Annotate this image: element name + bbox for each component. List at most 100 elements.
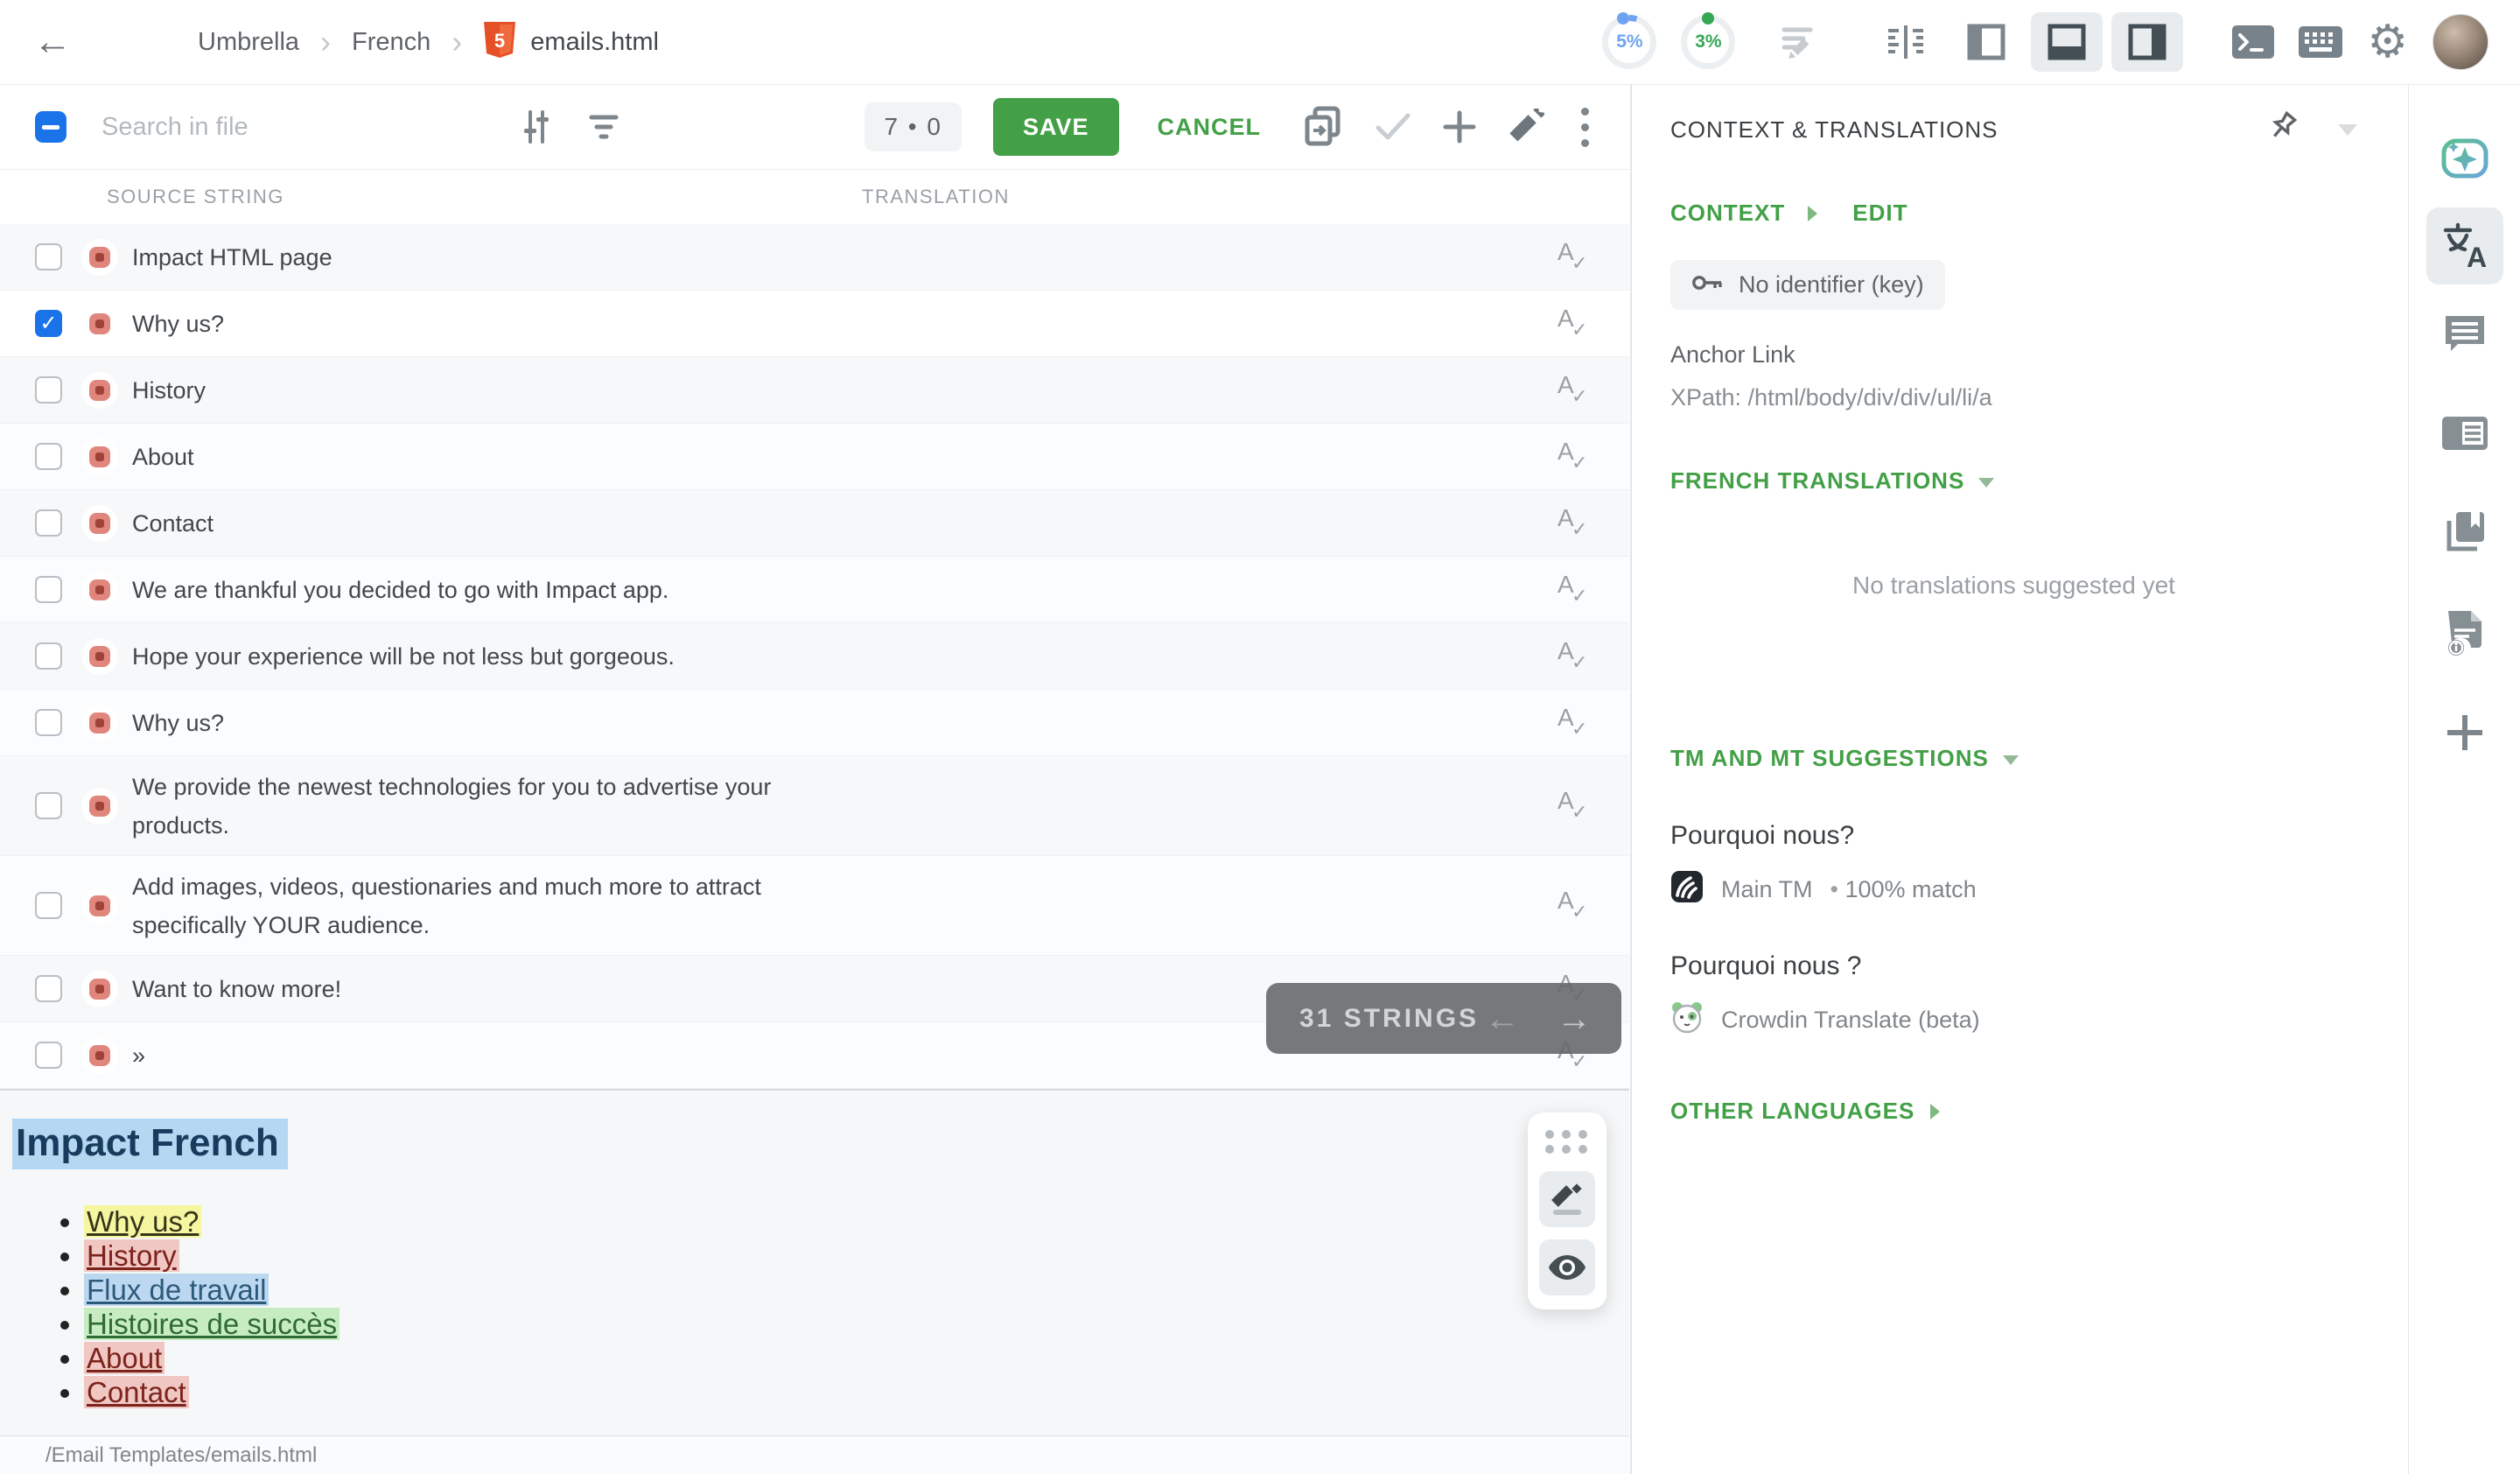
tm-suggestion[interactable]: Pourquoi nous? Main TM 100% match (1670, 821, 2357, 909)
chevron-down-icon[interactable] (2338, 124, 2357, 136)
row-checkbox[interactable] (35, 443, 62, 470)
quick-translate-icon[interactable] (1556, 371, 1591, 410)
view-mode-switcher (1870, 12, 2183, 72)
context-section-label[interactable]: CONTEXT (1670, 200, 1785, 227)
list-item: Histoires de succès (84, 1307, 1629, 1341)
quick-translate-icon[interactable] (1556, 571, 1591, 609)
arrow-right-icon (1930, 1104, 1940, 1120)
bottom-panel-view-icon[interactable] (2031, 12, 2103, 72)
string-row[interactable]: History (0, 357, 1629, 424)
crowdin-translate-icon (1670, 1000, 1704, 1040)
edit-context-button[interactable]: EDIT (1852, 200, 1908, 227)
breadcrumb-file[interactable]: 5 emails.html (483, 22, 659, 63)
kebab-menu-icon[interactable] (1581, 108, 1589, 147)
string-row-selected[interactable]: Why us? (0, 291, 1629, 357)
preview-link[interactable]: History (84, 1239, 179, 1272)
source-string-text: Why us? (132, 704, 224, 742)
row-checkbox[interactable] (35, 792, 62, 819)
side-by-side-view-icon[interactable] (1870, 12, 1942, 72)
tune-filter-icon[interactable] (518, 109, 555, 145)
console-icon[interactable] (2232, 25, 2274, 59)
row-checkbox[interactable] (35, 243, 62, 270)
row-checkbox[interactable] (35, 642, 62, 670)
suggestions-section-header[interactable]: TM AND MT SUGGESTIONS (1670, 745, 2357, 772)
row-checkbox[interactable] (35, 709, 62, 736)
edit-preview-button[interactable] (1539, 1171, 1595, 1227)
glossary-icon[interactable] (2426, 495, 2503, 572)
caret-down-icon (2003, 755, 2019, 765)
translations-section-header[interactable]: FRENCH TRANSLATIONS (1670, 467, 2357, 495)
preview-link[interactable]: Contact (84, 1376, 189, 1408)
string-row[interactable]: Hope your experience will be not less bu… (0, 623, 1629, 690)
next-page-icon[interactable] (1557, 1001, 1592, 1036)
gear-icon[interactable] (2367, 19, 2408, 65)
quick-translate-icon[interactable] (1556, 238, 1591, 277)
arrow-right-icon (1808, 206, 1817, 221)
search-input[interactable] (102, 113, 486, 142)
row-checkbox[interactable] (35, 376, 62, 404)
context-card-icon[interactable] (2426, 395, 2503, 472)
drag-handle-icon[interactable] (1545, 1125, 1589, 1159)
translate-icon[interactable]: A (2426, 207, 2503, 284)
left-panel-view-icon[interactable] (1950, 12, 2022, 72)
suggestion-text: Pourquoi nous? (1670, 821, 2357, 851)
filter-icon[interactable] (586, 109, 621, 144)
row-checkbox[interactable] (35, 509, 62, 537)
menu-icon[interactable] (107, 27, 145, 57)
save-button[interactable]: SAVE (993, 98, 1119, 156)
quick-translate-icon[interactable] (1556, 305, 1591, 343)
file-info-icon[interactable] (2426, 594, 2503, 671)
ai-assistant-icon[interactable] (2426, 120, 2503, 197)
row-checkbox[interactable] (35, 310, 62, 337)
user-avatar[interactable] (2432, 14, 2488, 70)
approval-progress-ring[interactable]: 3% (1681, 15, 1735, 69)
string-row[interactable]: About (0, 424, 1629, 490)
string-row[interactable]: Add images, videos, questionaries and mu… (0, 856, 1629, 956)
untranslated-status-icon (81, 638, 118, 675)
quick-translate-icon[interactable] (1556, 438, 1591, 476)
preview-link[interactable]: About (84, 1342, 164, 1374)
untranslated-status-icon (81, 239, 118, 276)
cancel-button[interactable]: CANCEL (1158, 114, 1262, 141)
duplicate-icon[interactable] (1303, 106, 1343, 148)
quick-translate-icon[interactable] (1556, 704, 1591, 742)
row-checkbox[interactable] (35, 576, 62, 603)
row-checkbox[interactable] (35, 892, 62, 919)
suggestion-match: 100% match (1830, 876, 1977, 903)
approve-check-icon[interactable] (1375, 111, 1411, 143)
string-row[interactable]: We provide the newest technologies for y… (0, 756, 1629, 856)
preview-link[interactable]: Why us? (84, 1205, 201, 1238)
breadcrumb-project[interactable]: Umbrella (198, 28, 299, 57)
preview-link[interactable]: Flux de travail (84, 1274, 269, 1306)
select-all-checkbox[interactable] (35, 111, 66, 143)
back-icon[interactable] (33, 20, 72, 64)
string-row[interactable]: Why us? (0, 690, 1629, 756)
breadcrumb-language[interactable]: French (352, 28, 430, 57)
string-row[interactable]: Contact (0, 490, 1629, 557)
pin-icon[interactable] (2268, 111, 2298, 149)
row-checkbox[interactable] (35, 975, 62, 1002)
translation-progress-ring[interactable]: 5% (1602, 15, 1656, 69)
context-xpath: XPath: /html/body/div/div/ul/li/a (1670, 384, 2357, 411)
quick-translate-icon[interactable] (1556, 887, 1591, 925)
quick-translate-icon[interactable] (1556, 637, 1591, 676)
previous-page-icon[interactable] (1485, 1001, 1520, 1036)
string-row[interactable]: We are thankful you decided to go with I… (0, 557, 1629, 623)
comments-icon[interactable] (2426, 295, 2503, 372)
plus-icon[interactable] (1443, 110, 1476, 144)
add-panel-icon[interactable] (2426, 694, 2503, 771)
pencil-icon[interactable] (1508, 109, 1544, 145)
mt-suggestion[interactable]: Pourquoi nous ? Crowdin Translate (beta) (1670, 951, 2357, 1040)
draft-edit-icon[interactable] (1781, 23, 1821, 61)
keyboard-icon[interactable] (2299, 26, 2342, 58)
eye-icon[interactable] (1539, 1239, 1595, 1295)
string-row[interactable]: Impact HTML page (0, 224, 1629, 291)
preview-link[interactable]: Histoires de succès (84, 1308, 340, 1340)
right-panel-view-icon[interactable] (2111, 12, 2183, 72)
list-item: Flux de travail (84, 1273, 1629, 1307)
breadcrumb: Umbrella French 5 emails.html (198, 22, 659, 63)
other-languages-section[interactable]: OTHER LANGUAGES (1670, 1098, 2357, 1125)
quick-translate-icon[interactable] (1556, 504, 1591, 543)
row-checkbox[interactable] (35, 1042, 62, 1069)
quick-translate-icon[interactable] (1556, 787, 1591, 825)
